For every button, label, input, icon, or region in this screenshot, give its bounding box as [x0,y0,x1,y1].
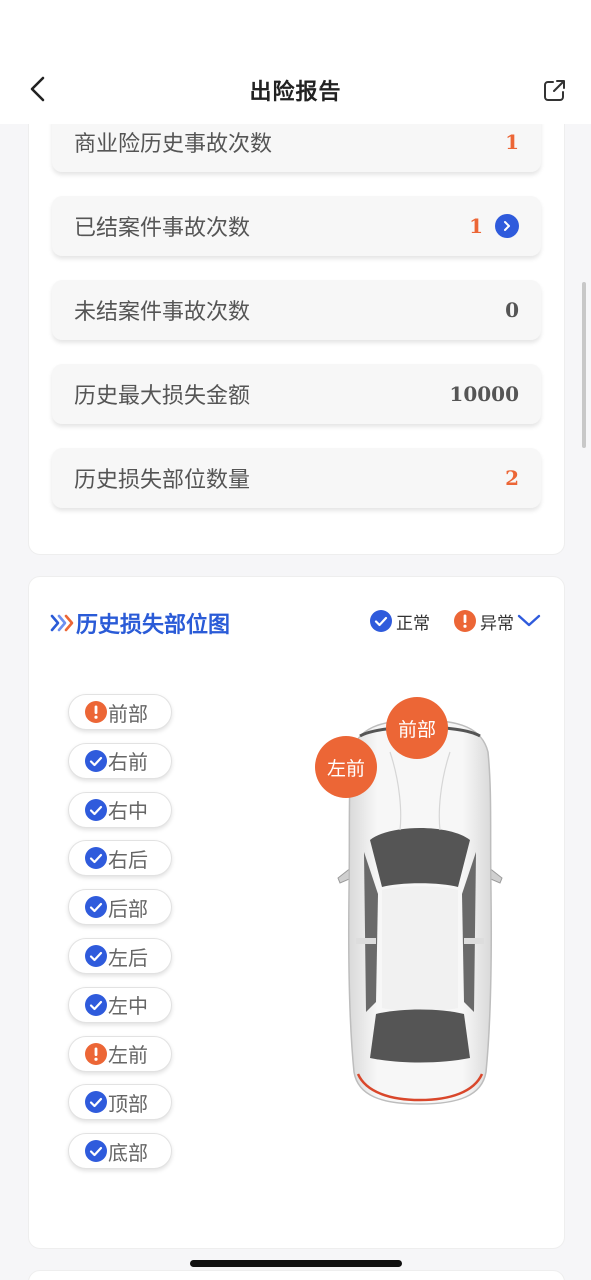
stat-row-max-loss: 历史最大损失金额 10000 [52,364,541,424]
stat-label: 已结案件事故次数 [74,216,251,241]
chevron-right-icon[interactable] [495,214,519,238]
part-chip[interactable]: 右前 [68,742,172,779]
triple-chevron-icon [50,614,74,632]
stat-value: 1 [469,214,483,238]
part-chip[interactable]: 右中 [68,791,172,828]
stat-row-damaged-parts-count: 历史损失部位数量 2 [52,448,541,508]
stat-row-open-cases: 未结案件事故次数 0 [52,280,541,340]
stat-value: 0 [505,298,519,322]
stat-label: 历史损失部位数量 [74,468,251,493]
part-chip[interactable]: 后部 [68,889,172,926]
check-circle-icon [85,896,107,919]
section-title: 历史损失部位图 [76,613,231,638]
next-card [28,1270,565,1280]
part-chip-label: 右前 [108,750,148,775]
part-chip-label: 左前 [108,1043,148,1068]
share-icon [544,80,565,101]
scrollbar[interactable] [582,282,586,448]
expand-toggle[interactable] [516,610,542,632]
legend-normal: 正常 [370,608,430,634]
legend-label: 异常 [480,613,514,634]
stat-value: 10000 [449,382,519,406]
check-circle-icon [370,610,392,632]
stat-value: 2 [505,466,519,490]
part-chip-label: 顶部 [108,1091,148,1116]
check-circle-icon [85,798,107,821]
navigation-bar: 出险报告 [0,0,591,124]
damage-marker-front[interactable]: 前部 [386,697,448,759]
legend-abnormal: 异常 [454,608,514,634]
share-button[interactable] [541,76,569,104]
legend-label: 正常 [396,613,430,634]
chevron-down-icon [517,614,541,627]
check-circle-icon [85,1140,107,1163]
part-chip-label: 前部 [108,701,148,726]
screen: 商业险历史事故次数 1 已结案件事故次数 1 未结案件事故次数 0 历史最大损失… [0,0,591,1280]
part-chip-label: 左中 [108,994,148,1019]
stat-row-closed-cases[interactable]: 已结案件事故次数 1 [52,196,541,256]
stat-value: 1 [505,130,519,154]
exclamation-circle-icon [454,610,476,632]
check-circle-icon [85,945,107,967]
stat-label: 商业险历史事故次数 [74,132,273,157]
page-title: 出险报告 [249,80,342,105]
part-chip-label: 底部 [108,1140,148,1165]
home-indicator [190,1260,402,1267]
part-chip[interactable]: 右后 [68,840,172,877]
check-circle-icon [85,749,107,772]
part-chip-label: 后部 [108,896,148,921]
part-chip[interactable]: 顶部 [68,1084,172,1121]
section-header: 历史损失部位图 [50,608,230,638]
part-chip[interactable]: 左中 [68,986,172,1023]
part-chip-label: 右后 [108,847,148,872]
exclamation-circle-icon [85,701,107,723]
check-circle-icon [85,1091,107,1114]
part-chip[interactable]: 左前 [68,1035,172,1072]
part-chip[interactable]: 前部 [68,694,172,730]
check-circle-icon [85,993,107,1016]
stat-label: 未结案件事故次数 [74,300,251,325]
car-top-view: 前部 左前 [315,697,510,1112]
check-circle-icon [85,847,107,870]
part-chip-label: 右中 [108,799,148,824]
part-chip[interactable]: 左后 [68,938,172,974]
damage-marker-left-front[interactable]: 左前 [315,736,377,798]
exclamation-circle-icon [85,1042,107,1065]
part-chip-label: 左后 [108,945,148,970]
stat-label: 历史最大损失金额 [74,384,251,409]
part-chip[interactable]: 底部 [68,1133,172,1170]
